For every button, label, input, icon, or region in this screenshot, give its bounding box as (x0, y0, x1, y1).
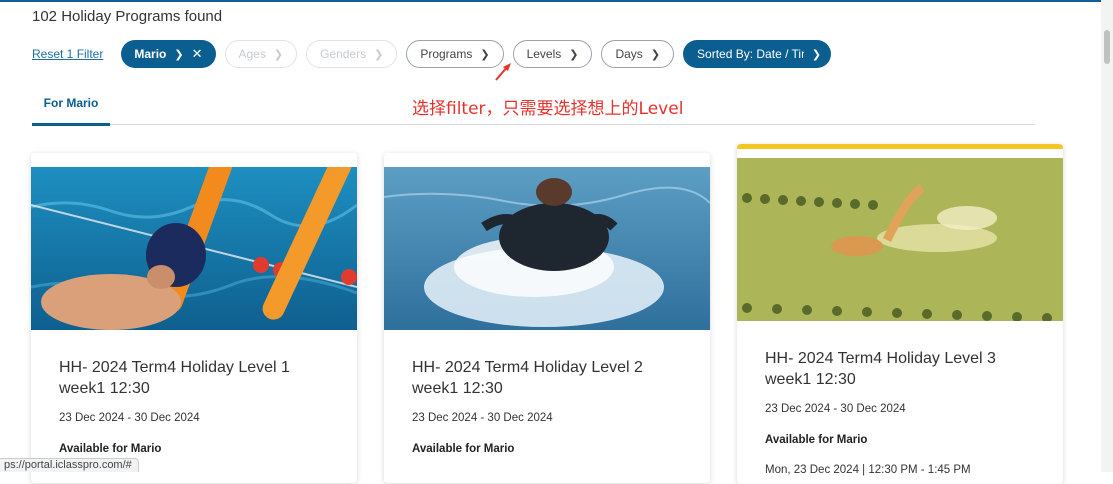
filter-chip-days-label: Days (615, 47, 643, 61)
child-swimming-splash-photo (384, 167, 710, 330)
filter-chip-ages-label: Ages (238, 47, 266, 61)
chevron-right-icon: ❯ (174, 48, 184, 61)
chevron-right-icon: ❯ (374, 48, 384, 61)
active-tab-indicator (32, 123, 110, 126)
chevron-right-icon: ❯ (811, 48, 822, 61)
results-count-title: 102 Holiday Programs found (32, 8, 223, 25)
program-card-availability: Available for Mario (412, 443, 515, 455)
annotation-note: 选择filter，只需要选择想上的Level (412, 99, 684, 119)
freestyle-swimmer-photo (737, 158, 1063, 321)
filter-chip-student-label: Mario (134, 47, 167, 61)
program-card-level-1[interactable]: HH- 2024 Term4 Holiday Level 1 week1 12:… (31, 153, 357, 483)
program-card-dates: 23 Dec 2024 - 30 Dec 2024 (765, 403, 906, 415)
top-accent-line (0, 0, 1113, 2)
filter-chip-genders: Genders ❯ (306, 40, 398, 68)
annotation-arrow-icon (495, 63, 511, 81)
filter-chip-levels[interactable]: Levels ❯ (512, 40, 593, 68)
program-card-title[interactable]: HH- 2024 Term4 Holiday Level 2 week1 12:… (412, 357, 682, 399)
chevron-right-icon: ❯ (480, 48, 490, 61)
filter-chip-genders-label: Genders (320, 47, 367, 61)
swimmer-with-pool-noodles-photo (31, 167, 357, 330)
status-bar-url: ps://portal.iclasspro.com/# (0, 458, 139, 472)
program-card-level-3[interactable]: HH- 2024 Term4 Holiday Level 3 week1 12:… (737, 144, 1063, 484)
highlight-bar (737, 144, 1063, 149)
filter-chip-programs[interactable]: Programs ❯ (406, 40, 504, 68)
program-card-dates: 23 Dec 2024 - 30 Dec 2024 (412, 412, 553, 424)
program-card-dates: 23 Dec 2024 - 30 Dec 2024 (59, 412, 200, 424)
page-scrollbar[interactable] (1101, 0, 1113, 472)
program-card-schedule: Mon, 23 Dec 2024 | 12:30 PM - 1:45 PM (765, 464, 971, 476)
program-card-title[interactable]: HH- 2024 Term4 Holiday Level 3 week1 12:… (765, 348, 1035, 390)
chevron-right-icon: ❯ (273, 48, 284, 61)
program-card-availability: Available for Mario (765, 434, 868, 446)
scrollbar-thumb[interactable] (1104, 30, 1110, 64)
tab-for-mario[interactable]: For Mario (32, 96, 110, 126)
filter-chip-levels-label: Levels (526, 47, 562, 61)
program-card-level-2[interactable]: HH- 2024 Term4 Holiday Level 2 week1 12:… (384, 153, 710, 483)
chevron-right-icon: ❯ (650, 48, 661, 61)
clear-filter-icon[interactable]: ✕ (192, 46, 203, 62)
filter-bar: Reset 1 Filter Mario ❯ ✕ Ages ❯ Genders … (32, 39, 840, 69)
chevron-right-icon: ❯ (569, 48, 579, 61)
reset-filter-link[interactable]: Reset 1 Filter (32, 47, 103, 61)
program-card-availability: Available for Mario (59, 443, 162, 455)
sort-dropdown-label: Sorted By: Date / Tim (697, 47, 804, 61)
filter-chip-student[interactable]: Mario ❯ ✕ (121, 40, 216, 68)
filter-chip-programs-label: Programs (420, 47, 473, 61)
filter-chip-ages: Ages ❯ (224, 40, 298, 68)
sort-dropdown[interactable]: Sorted By: Date / Tim ❯ (683, 40, 832, 68)
filter-chip-days[interactable]: Days ❯ (601, 40, 675, 68)
program-card-title[interactable]: HH- 2024 Term4 Holiday Level 1 week1 12:… (59, 357, 329, 399)
tabs-divider (110, 124, 1035, 125)
